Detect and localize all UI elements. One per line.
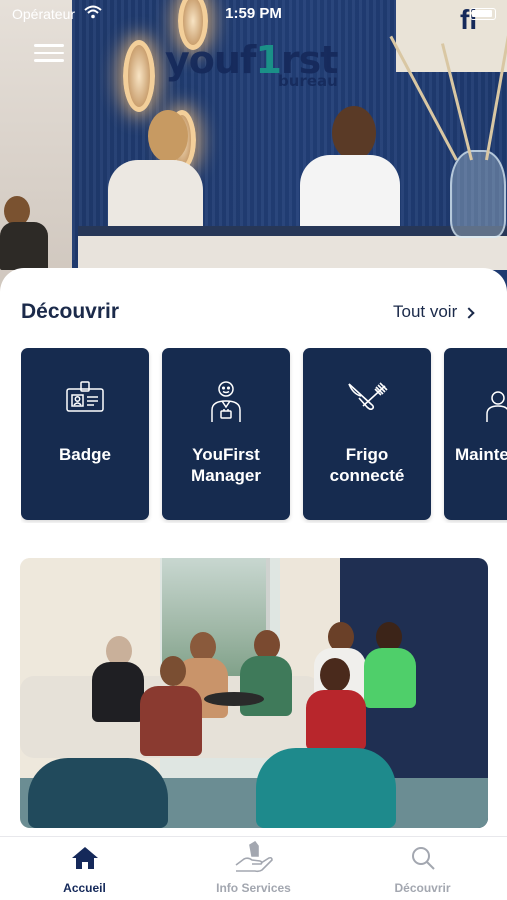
person-body <box>92 662 144 722</box>
battery-icon <box>470 8 496 20</box>
tab-bar: Accueil Info Services Découvrir <box>0 836 507 900</box>
see-all-link[interactable]: Tout voir <box>393 302 475 322</box>
discover-carousel[interactable]: Badge YouFirst Manager Frigo connecté Ma… <box>21 348 507 523</box>
brand-subtitle: bureau <box>278 72 338 90</box>
vase <box>450 150 506 238</box>
menu-icon-bar <box>34 59 64 62</box>
person-head <box>320 658 350 692</box>
wall-lamp <box>123 40 155 112</box>
person-body <box>140 686 202 756</box>
search-icon <box>338 843 507 873</box>
menu-button[interactable] <box>34 40 64 64</box>
card-frigo-connecte[interactable]: Frigo connecté <box>303 348 431 520</box>
hand-service-icon <box>169 841 338 873</box>
tab-label: Info Services <box>216 881 291 895</box>
tab-label: Découvrir <box>394 881 451 895</box>
fork-knife-icon <box>303 380 431 424</box>
card-maintenance[interactable]: Mainte <box>444 348 507 520</box>
person-body <box>300 155 400 235</box>
badge-icon <box>21 380 149 424</box>
menu-icon-bar <box>34 44 64 47</box>
card-label: Mainte <box>455 445 507 464</box>
card-badge[interactable]: Badge <box>21 348 149 520</box>
tab-label: Accueil <box>63 881 106 895</box>
team-photo[interactable] <box>20 558 488 828</box>
maintenance-icon <box>444 380 507 424</box>
status-bar: Opérateur 1:59 PM <box>0 0 507 28</box>
photo-armchair <box>28 758 168 828</box>
hero-image: youf1rst bureau fi Opérateur 1:59 PM <box>0 0 507 300</box>
card-label: Frigo connecté <box>329 445 405 485</box>
photo-armchair <box>256 748 396 828</box>
clock: 1:59 PM <box>225 5 282 22</box>
section-title: Découvrir <box>21 300 120 323</box>
manager-icon <box>162 380 290 424</box>
tab-info-services[interactable]: Info Services <box>169 841 338 899</box>
person-head <box>148 110 188 162</box>
menu-icon-bar <box>34 51 64 54</box>
person-body <box>240 656 292 716</box>
reception-counter <box>78 226 507 270</box>
person-body <box>306 690 366 750</box>
home-icon <box>0 843 169 873</box>
content-sheet: Découvrir Tout voir Badge YouFirst Manag… <box>0 268 507 840</box>
person-body <box>364 648 416 708</box>
card-label: Badge <box>59 445 111 464</box>
person-body <box>0 222 48 270</box>
person-head <box>332 106 376 160</box>
card-label: YouFirst Manager <box>191 445 261 485</box>
see-all-label: Tout voir <box>393 302 458 321</box>
person-head <box>160 656 186 686</box>
photo-table <box>204 692 264 706</box>
tab-decouvrir[interactable]: Découvrir <box>338 843 507 899</box>
card-youfirst-manager[interactable]: YouFirst Manager <box>162 348 290 520</box>
tab-accueil[interactable]: Accueil <box>0 843 169 899</box>
chevron-right-icon <box>463 306 475 319</box>
